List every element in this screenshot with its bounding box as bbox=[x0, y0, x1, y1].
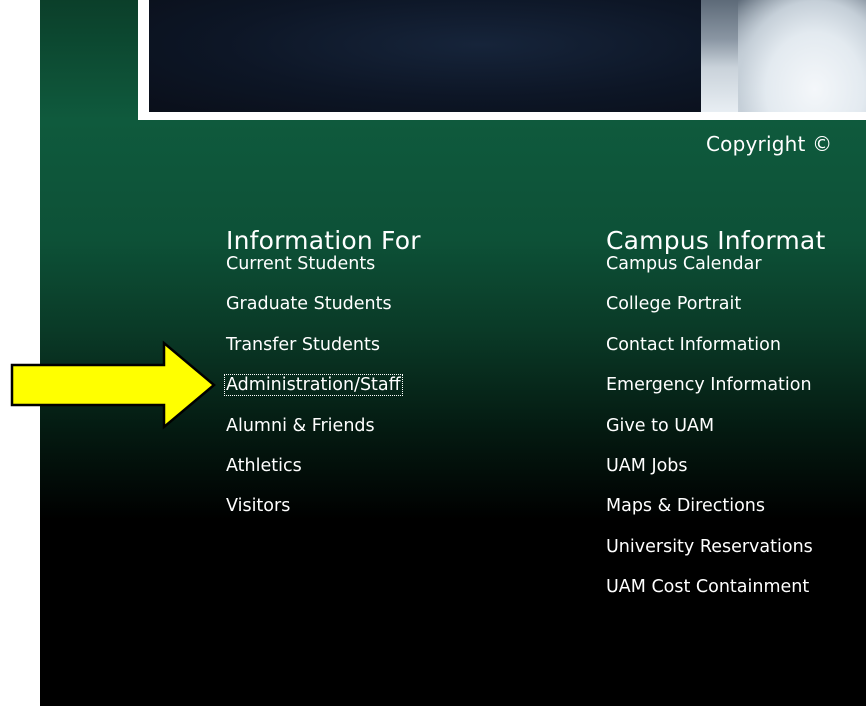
link-administration-staff[interactable]: Administration/Staff bbox=[224, 374, 403, 415]
banner-photo bbox=[149, 0, 701, 112]
page: Copyright © Information For Current Stud… bbox=[0, 0, 866, 706]
link-current-students[interactable]: Current Students bbox=[225, 254, 402, 294]
link-uam-jobs[interactable]: UAM Jobs bbox=[605, 456, 814, 496]
link-alumni-friends[interactable]: Alumni & Friends bbox=[225, 416, 402, 456]
link-emergency-information[interactable]: Emergency Information bbox=[605, 375, 814, 415]
copyright-text: Copyright © bbox=[706, 132, 833, 156]
link-give-to-uam[interactable]: Give to UAM bbox=[605, 416, 814, 456]
link-maps-directions[interactable]: Maps & Directions bbox=[605, 496, 814, 536]
link-athletics[interactable]: Athletics bbox=[225, 456, 402, 496]
link-graduate-students[interactable]: Graduate Students bbox=[225, 294, 402, 334]
arrow-right-icon bbox=[10, 340, 216, 430]
campus-information-list: Campus Calendar College Portrait Contact… bbox=[605, 254, 814, 618]
link-transfer-students[interactable]: Transfer Students bbox=[225, 335, 402, 375]
banner-photo-person bbox=[738, 0, 866, 112]
link-campus-calendar[interactable]: Campus Calendar bbox=[605, 254, 814, 294]
link-university-reservations[interactable]: University Reservations bbox=[605, 537, 814, 577]
link-uam-cost-containment[interactable]: UAM Cost Containment bbox=[605, 577, 814, 617]
link-college-portrait[interactable]: College Portrait bbox=[605, 294, 814, 334]
campus-information-heading: Campus Informat bbox=[606, 226, 826, 255]
information-for-list: Current Students Graduate Students Trans… bbox=[224, 254, 403, 537]
link-visitors[interactable]: Visitors bbox=[225, 496, 402, 536]
information-for-heading: Information For bbox=[226, 226, 421, 255]
link-contact-information[interactable]: Contact Information bbox=[605, 335, 814, 375]
